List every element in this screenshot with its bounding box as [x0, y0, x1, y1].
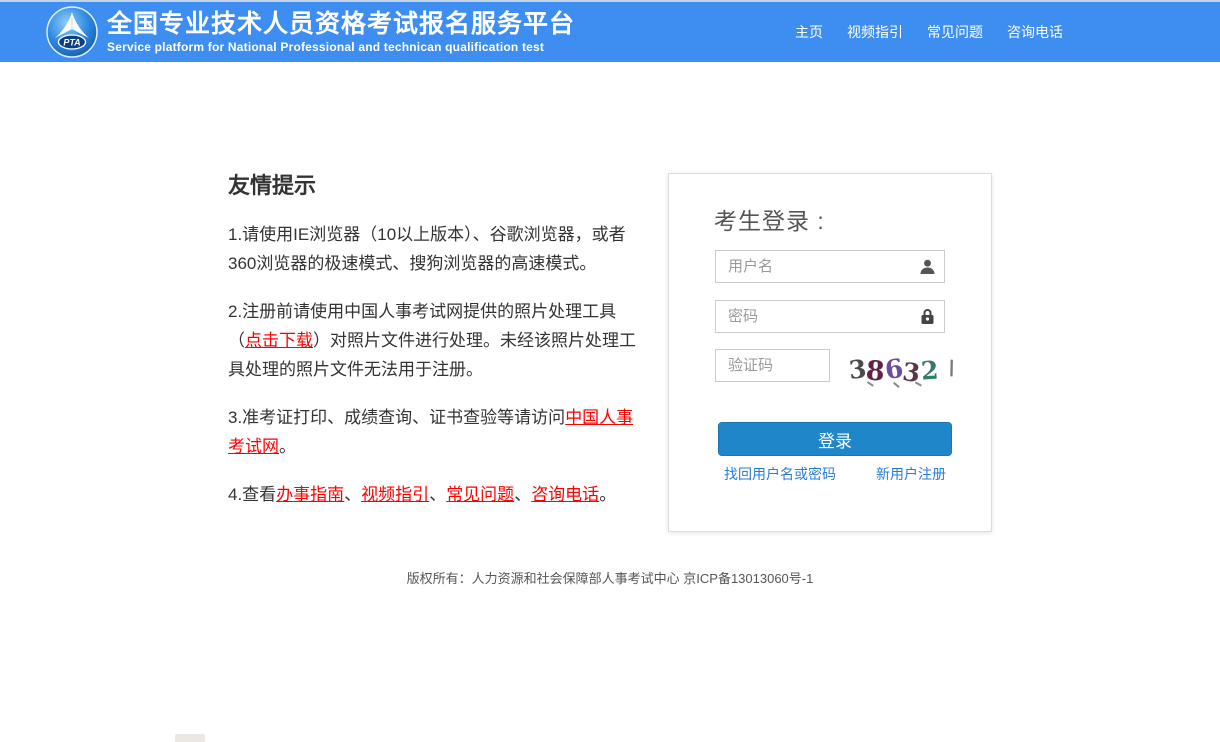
captcha-digit: 2 — [920, 355, 939, 385]
tip-link[interactable]: 点击下载 — [245, 331, 313, 350]
captcha-field-wrap — [715, 349, 830, 382]
tip-link[interactable]: 办事指南 — [276, 485, 344, 504]
header: PTA 全国专业技术人员资格考试报名服务平台 Service platform … — [0, 2, 1220, 62]
pta-logo-icon: PTA — [46, 6, 98, 58]
top-nav: 主页 视频指引 常见问题 咨询电话 — [795, 2, 1063, 62]
captcha-image[interactable]: 38632 \\ — [849, 349, 951, 387]
brand: 全国专业技术人员资格考试报名服务平台 Service platform for … — [107, 10, 575, 55]
captcha-input[interactable] — [715, 349, 830, 382]
top-nav-link-2[interactable]: 常见问题 — [927, 22, 983, 42]
login-panel: 考生登录 : 38632 \\ 登录 找回用户名或密码 新用户注册 — [668, 173, 992, 532]
forgot-password-link[interactable]: 找回用户名或密码 — [724, 464, 836, 484]
login-links: 找回用户名或密码 新用户注册 — [724, 464, 946, 484]
tip-link[interactable]: 中国人事考试网 — [228, 408, 633, 456]
site-title: 全国专业技术人员资格考试报名服务平台 — [107, 10, 575, 39]
user-icon — [919, 258, 936, 275]
tip-see-also: 4.查看办事指南、视频指引、常见问题、咨询电话。 — [228, 480, 650, 509]
top-nav-link-3[interactable]: 咨询电话 — [1007, 22, 1063, 42]
tip-browser: 1.请使用IE浏览器（10以上版本）、谷歌浏览器，或者360浏览器的极速模式、搜… — [228, 220, 650, 278]
tip-link[interactable]: 常见问题 — [446, 485, 514, 504]
top-nav-link-1[interactable]: 视频指引 — [847, 22, 903, 42]
lock-icon — [919, 308, 936, 325]
footer-copyright: 版权所有：人力资源和社会保障部人事考试中心 京ICP备13013060号-1 — [0, 568, 1220, 587]
tip-photo-tool: 2.注册前请使用中国人事考试网提供的照片处理工具（点击下载）对照片文件进行处理。… — [228, 297, 650, 384]
username-field-wrap — [715, 250, 945, 283]
tips-title: 友情提示 — [228, 168, 650, 200]
tip-cpta-site: 3.准考证打印、成绩查询、证书查验等请访问中国人事考试网。 — [228, 403, 650, 461]
password-field-wrap — [715, 300, 945, 333]
login-button[interactable]: 登录 — [718, 422, 952, 456]
site-subtitle: Service platform for National Profession… — [107, 40, 575, 54]
friendly-tips-section: 友情提示 1.请使用IE浏览器（10以上版本）、谷歌浏览器，或者360浏览器的极… — [228, 168, 650, 528]
tip-link[interactable]: 咨询电话 — [531, 485, 599, 504]
partial-bottom-element — [175, 734, 205, 742]
login-title: 考生登录 : — [714, 202, 825, 236]
password-input[interactable] — [715, 300, 945, 333]
captcha-noise-lines: \\ — [946, 355, 951, 379]
svg-text:PTA: PTA — [63, 38, 80, 48]
tip-link[interactable]: 视频指引 — [361, 485, 429, 504]
register-link[interactable]: 新用户注册 — [876, 464, 946, 484]
top-nav-link-0[interactable]: 主页 — [795, 22, 823, 42]
username-input[interactable] — [715, 250, 945, 283]
